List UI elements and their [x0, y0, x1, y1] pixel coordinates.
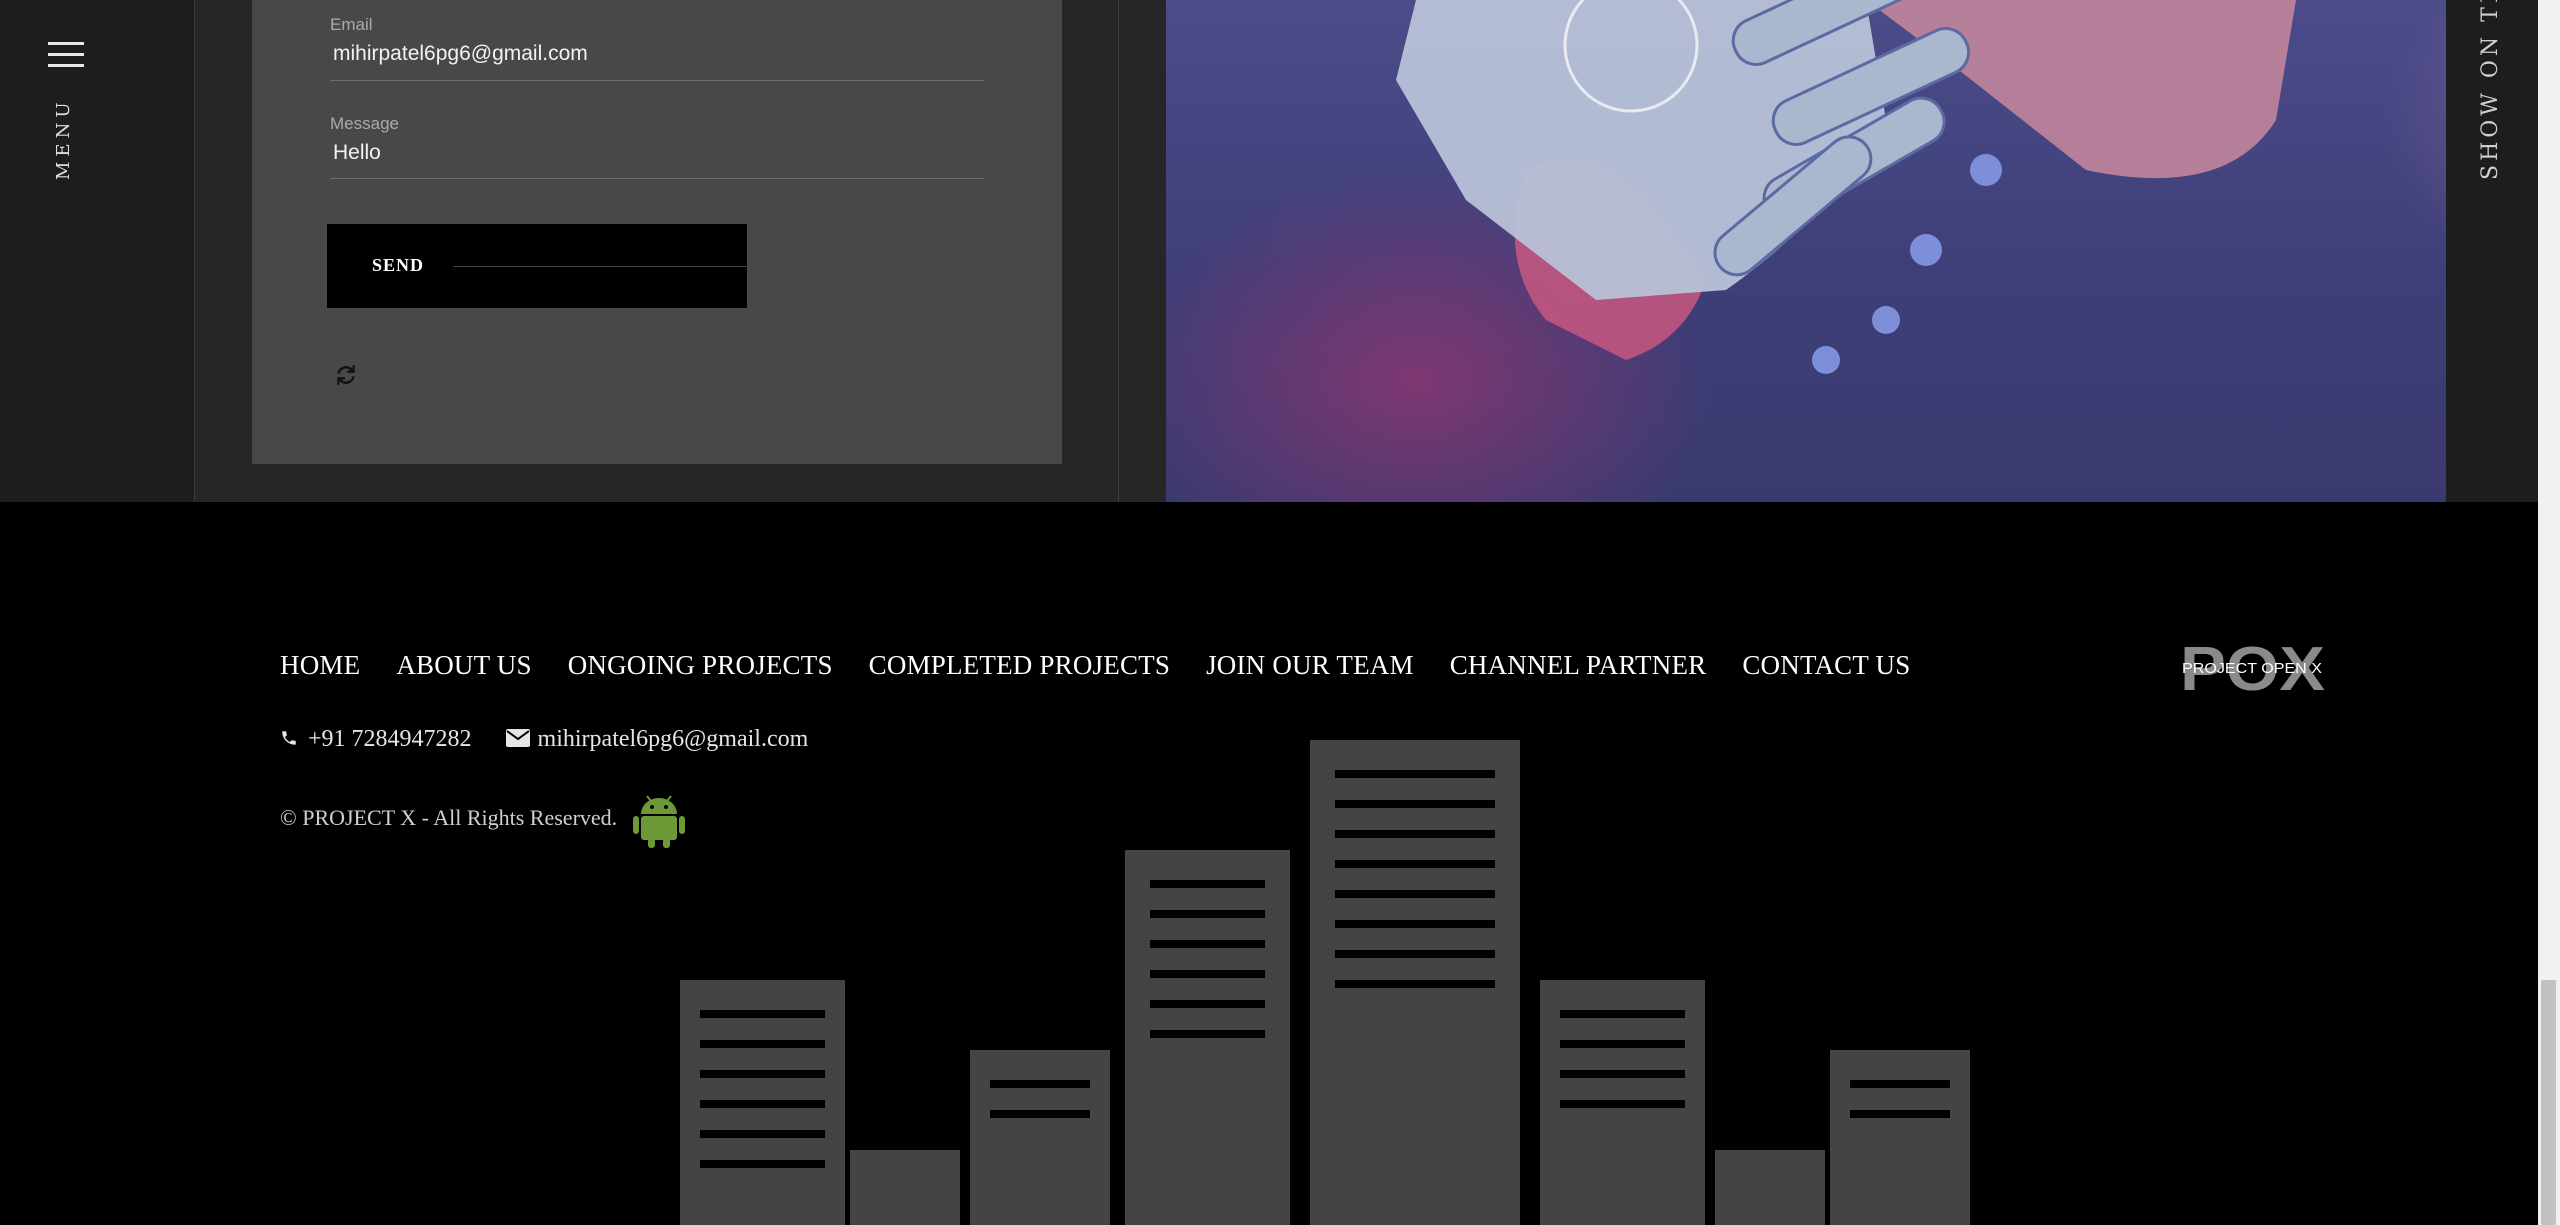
message-underline — [330, 178, 984, 179]
send-line — [453, 266, 747, 267]
divider — [1118, 0, 1119, 502]
email-address: mihirpatel6pg6@gmail.com — [537, 726, 809, 752]
nav-about-us[interactable]: ABOUT US — [396, 650, 531, 681]
hero-image — [1166, 0, 2446, 502]
send-label: SEND — [372, 255, 425, 275]
phone-number: +91 7284947282 — [308, 726, 472, 752]
nav-ongoing-projects[interactable]: ONGOING PROJECTS — [568, 650, 833, 681]
email-underline — [330, 80, 984, 81]
show-on-the-label[interactable]: SHOW ON THE — [2478, 0, 2506, 180]
menu-label[interactable]: MENU — [53, 98, 77, 181]
robot-handshake-illustration — [1396, 0, 2296, 374]
footer-contact: +91 7284947282 mihirpatel6pg6@gmail.com — [280, 726, 836, 753]
envelope-icon — [505, 729, 530, 747]
phone-icon — [282, 731, 296, 745]
email-label: Email — [330, 15, 373, 34]
city-skyline-illustration — [680, 740, 1970, 1225]
copyright-text: © PROJECT X - All Rights Reserved. — [280, 805, 618, 830]
email-link[interactable]: mihirpatel6pg6@gmail.com — [505, 726, 809, 753]
android-icon[interactable] — [633, 790, 685, 848]
pox-logo: POX PROJECT OPEN X — [2180, 635, 2325, 704]
scrollbar-thumb[interactable] — [2541, 980, 2556, 1225]
refresh-icon[interactable] — [333, 362, 359, 388]
left-rail: MENU — [0, 0, 195, 502]
send-button[interactable]: SEND — [327, 224, 747, 308]
message-label: Message — [330, 114, 399, 133]
nav-home[interactable]: HOME — [280, 650, 360, 681]
logo[interactable]: POX PROJECT OPEN X — [2180, 635, 2325, 704]
nav-contact-us[interactable]: CONTACT US — [1742, 650, 1910, 681]
nav-completed-projects[interactable]: COMPLETED PROJECTS — [869, 650, 1170, 681]
logo-tagline: PROJECT OPEN X — [2182, 660, 2322, 677]
hamburger-icon[interactable] — [48, 42, 84, 68]
phone-link[interactable]: +91 7284947282 — [280, 726, 472, 753]
message-field[interactable]: Hello — [333, 141, 381, 165]
email-field[interactable]: mihirpatel6pg6@gmail.com — [333, 42, 588, 66]
nav-join-our-team[interactable]: JOIN OUR TEAM — [1206, 650, 1414, 681]
nav-channel-partner[interactable]: CHANNEL PARTNER — [1450, 650, 1707, 681]
footer-nav: HOME ABOUT US ONGOING PROJECTS COMPLETED… — [280, 650, 1946, 681]
